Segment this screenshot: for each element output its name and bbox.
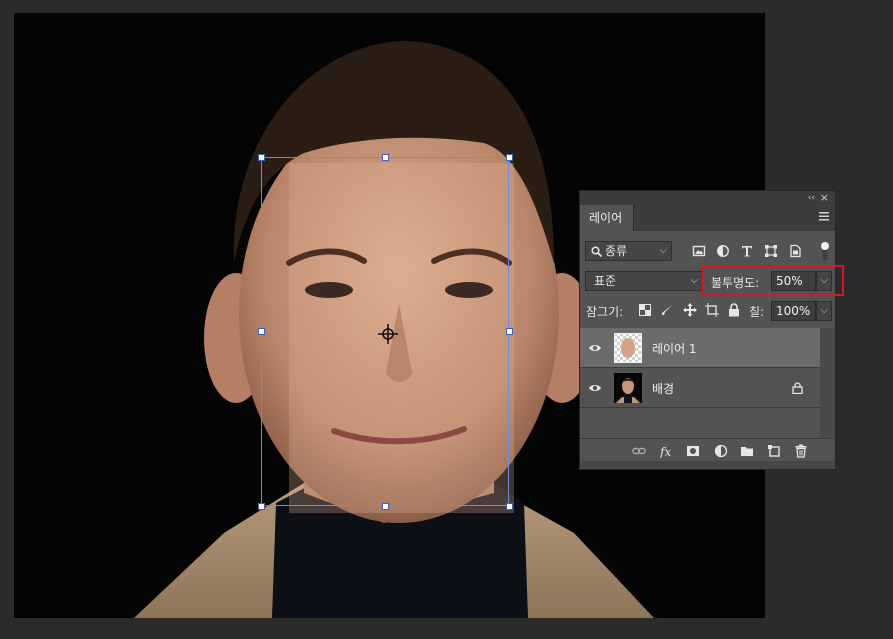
chevron-down-icon: ⌵ — [820, 305, 828, 316]
lock-image-pixels-icon[interactable] — [661, 304, 673, 316]
transform-handle-top-left[interactable] — [258, 154, 265, 161]
transform-handle-bottom-left[interactable] — [258, 503, 265, 510]
layer-name[interactable]: 배경 — [652, 380, 674, 397]
layer-row-background[interactable]: 배경 — [580, 368, 820, 408]
shape-layer-filter-icon[interactable] — [764, 244, 778, 258]
collapse-panel-button[interactable]: ‹‹ — [808, 192, 815, 204]
panel-resize-grip[interactable] — [580, 461, 835, 469]
layers-panel: ‹‹ × 레이어 종류 ⌵ 표준 ⌵ 불투명도: 50% ⌵ 잠그기: 칠: 1… — [579, 190, 836, 470]
link-icon[interactable] — [632, 444, 646, 458]
adjustment-icon[interactable] — [714, 444, 728, 458]
layer-name[interactable]: 레이어 1 — [652, 340, 697, 357]
chevron-down-icon: ⌵ — [690, 275, 698, 286]
layers-scrollbar[interactable] — [820, 328, 835, 438]
lock-all-icon[interactable] — [728, 303, 740, 317]
layer-row-layer1[interactable]: 레이어 1 — [580, 328, 820, 368]
fx-icon[interactable]: fx — [660, 444, 676, 458]
lock-artboard-icon[interactable] — [705, 303, 719, 317]
transform-handle-top-right[interactable] — [506, 154, 513, 161]
layer-thumbnail — [614, 333, 642, 363]
layer-lock-icon — [792, 382, 803, 394]
eye-icon[interactable] — [588, 381, 602, 395]
panel-title-bar[interactable]: ‹‹ × — [580, 191, 835, 205]
mask-icon[interactable] — [686, 444, 700, 458]
blend-mode-dropdown[interactable]: 표준 ⌵ — [585, 271, 703, 291]
type-layer-filter-icon[interactable] — [740, 244, 754, 258]
fill-input[interactable]: 100% — [771, 301, 816, 321]
layers-bottom-toolbar: fx — [580, 438, 835, 463]
layer-thumbnail — [614, 373, 642, 403]
transform-handle-left[interactable] — [258, 328, 265, 335]
blend-mode-label: 표준 — [594, 274, 617, 288]
chevron-down-icon: ⌵ — [659, 245, 667, 256]
pixel-layer-filter-icon[interactable] — [692, 244, 706, 258]
lock-transparent-pixels-icon[interactable] — [639, 304, 651, 316]
smart-object-filter-icon[interactable] — [788, 244, 802, 258]
panel-tab-bar: 레이어 — [580, 205, 835, 231]
svg-text:fx: fx — [660, 445, 671, 458]
folder-icon[interactable] — [740, 444, 754, 458]
search-icon — [591, 246, 602, 257]
reference-point-icon[interactable] — [378, 324, 398, 344]
transform-handle-right[interactable] — [506, 328, 513, 335]
close-panel-button[interactable]: × — [820, 192, 829, 204]
filter-type-dropdown[interactable]: 종류 ⌵ — [585, 241, 672, 261]
fill-label[interactable]: 칠: — [749, 303, 764, 320]
new-layer-icon[interactable] — [767, 444, 781, 458]
fill-dropdown-button[interactable]: ⌵ — [816, 301, 832, 321]
lock-position-icon[interactable] — [683, 303, 697, 317]
eye-icon[interactable] — [588, 341, 602, 355]
panel-menu-icon[interactable] — [819, 212, 829, 221]
filter-type-label: 종류 — [605, 244, 628, 258]
trash-icon[interactable] — [794, 444, 808, 458]
filter-toggle-icon[interactable] — [820, 241, 830, 261]
tab-layers[interactable]: 레이어 — [580, 205, 634, 231]
transform-handle-bottom[interactable] — [382, 503, 389, 510]
lock-label: 잠그기: — [586, 305, 624, 319]
adjustment-layer-filter-icon[interactable] — [716, 244, 730, 258]
opacity-highlight-box — [702, 265, 844, 296]
transform-handle-bottom-right[interactable] — [506, 503, 513, 510]
transform-handle-top[interactable] — [382, 154, 389, 161]
